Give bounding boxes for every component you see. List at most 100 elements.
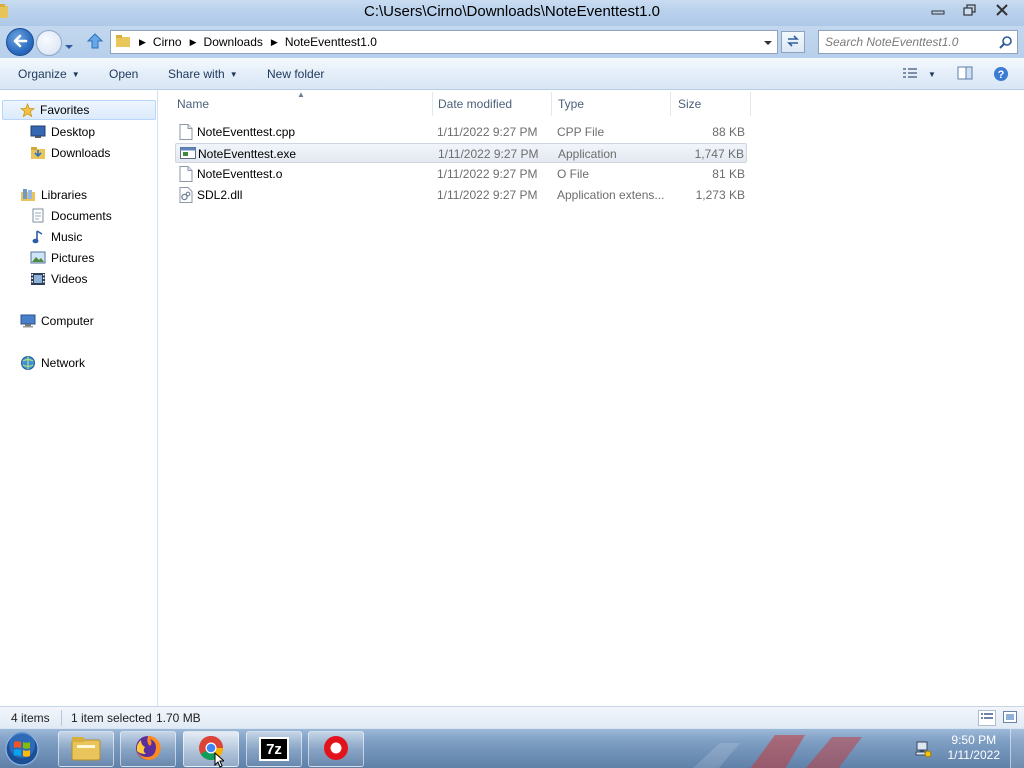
column-divider[interactable] bbox=[750, 92, 751, 116]
file-size: 1,273 KB bbox=[695, 188, 745, 202]
nav-music[interactable]: Music bbox=[30, 228, 82, 246]
file-row[interactable]: NoteEventtest.o 1/11/2022 9:27 PM O File… bbox=[175, 164, 747, 184]
file-row[interactable]: SDL2.dll 1/11/2022 9:27 PM Application e… bbox=[175, 185, 747, 205]
address-row: ▶ Cirno ▶ Downloads ▶ NoteEventtest1.0 bbox=[0, 26, 1024, 58]
desktop-icon bbox=[30, 124, 46, 140]
nav-videos[interactable]: Videos bbox=[30, 270, 87, 288]
chevron-down-icon: ▼ bbox=[71, 69, 80, 79]
show-desktop-button[interactable] bbox=[1010, 729, 1024, 768]
address-bar[interactable]: ▶ Cirno ▶ Downloads ▶ NoteEventtest1.0 bbox=[110, 30, 778, 54]
chevron-down-icon[interactable]: ▼ bbox=[928, 70, 936, 79]
file-type: CPP File bbox=[557, 125, 605, 139]
file-row-selected[interactable]: NoteEventtest.exe 1/11/2022 9:27 PM Appl… bbox=[175, 143, 747, 163]
file-row[interactable]: NoteEventtest.cpp 1/11/2022 9:27 PM CPP … bbox=[175, 122, 747, 142]
column-header-name[interactable]: Name bbox=[177, 97, 209, 111]
status-divider bbox=[61, 710, 62, 726]
documents-icon bbox=[30, 208, 46, 224]
nav-desktop-label: Desktop bbox=[51, 125, 96, 139]
taskbar-chrome[interactable] bbox=[183, 731, 239, 768]
details-view-button[interactable] bbox=[978, 710, 996, 726]
column-header-date[interactable]: Date modified bbox=[438, 97, 512, 111]
nav-favorites[interactable]: Favorites bbox=[2, 100, 156, 120]
up-folder-icon[interactable] bbox=[86, 32, 104, 53]
nav-network[interactable]: Network bbox=[20, 354, 85, 372]
search-input[interactable] bbox=[819, 35, 995, 49]
file-date: 1/11/2022 9:27 PM bbox=[437, 125, 538, 139]
svg-text:?: ? bbox=[998, 69, 1005, 81]
selection-size: 1.70 MB bbox=[156, 711, 201, 725]
clock-date: 1/11/2022 bbox=[947, 748, 1001, 762]
nav-documents[interactable]: Documents bbox=[30, 207, 112, 225]
nav-downloads-label: Downloads bbox=[51, 146, 111, 160]
breadcrumb-current[interactable]: NoteEventtest1.0 bbox=[285, 35, 377, 49]
back-arrow-icon bbox=[12, 34, 28, 51]
nav-pictures-label: Pictures bbox=[51, 251, 95, 265]
file-type: Application extens... bbox=[557, 188, 665, 202]
details-view-icon bbox=[902, 66, 918, 83]
nav-pictures[interactable]: Pictures bbox=[30, 249, 94, 267]
column-header-size[interactable]: Size bbox=[678, 97, 701, 111]
nav-libraries[interactable]: Libraries bbox=[20, 186, 87, 204]
taskbar-recorder[interactable] bbox=[308, 731, 364, 767]
history-dropdown-icon[interactable] bbox=[64, 39, 74, 53]
file-size: 1,747 KB bbox=[694, 147, 744, 161]
new-folder-button[interactable]: New folder bbox=[267, 67, 324, 81]
network-icon bbox=[20, 355, 36, 371]
forward-button[interactable] bbox=[36, 30, 62, 56]
open-button[interactable]: Open bbox=[109, 67, 138, 81]
taskbar-7zip[interactable]: 7z bbox=[246, 731, 302, 767]
videos-icon bbox=[30, 271, 46, 287]
large-icons-view-button[interactable] bbox=[1001, 710, 1019, 726]
taskbar-firefox[interactable] bbox=[120, 731, 176, 767]
column-header-type[interactable]: Type bbox=[558, 97, 584, 111]
minimize-button[interactable] bbox=[922, 0, 954, 20]
status-bar: 4 items 1 item selected 1.70 MB bbox=[0, 706, 1024, 728]
mouse-cursor-icon bbox=[214, 751, 226, 768]
file-type: O File bbox=[557, 167, 590, 181]
nav-downloads[interactable]: Downloads bbox=[30, 144, 110, 162]
file-date: 1/11/2022 9:27 PM bbox=[437, 188, 538, 202]
file-date: 1/11/2022 9:27 PM bbox=[438, 147, 539, 161]
nav-desktop[interactable]: Desktop bbox=[30, 123, 95, 141]
column-divider[interactable] bbox=[432, 92, 433, 116]
large-icons-view-icon bbox=[1003, 710, 1017, 726]
share-with-label: Share with bbox=[168, 67, 225, 81]
nav-favorites-label: Favorites bbox=[40, 103, 90, 117]
chevron-right-icon[interactable]: ▶ bbox=[139, 37, 146, 48]
address-dropdown-button[interactable] bbox=[759, 31, 777, 53]
share-with-button[interactable]: Share with ▼ bbox=[168, 67, 238, 81]
breadcrumb-downloads[interactable]: Downloads bbox=[204, 35, 263, 49]
command-bar: Organize ▼ Open Share with ▼ New folder … bbox=[0, 58, 1024, 90]
organize-button[interactable]: Organize ▼ bbox=[18, 67, 80, 81]
restore-button[interactable] bbox=[954, 0, 986, 20]
chevron-right-icon[interactable]: ▶ bbox=[271, 37, 278, 48]
organize-label: Organize bbox=[18, 67, 67, 81]
start-button[interactable] bbox=[2, 730, 42, 768]
help-button[interactable]: ? bbox=[993, 66, 1009, 85]
column-divider[interactable] bbox=[551, 92, 552, 116]
close-button[interactable] bbox=[986, 0, 1018, 20]
clock[interactable]: 9:50 PM 1/11/2022 bbox=[948, 733, 1001, 763]
network-tray-icon[interactable] bbox=[914, 740, 932, 761]
windows-explorer-icon bbox=[69, 734, 103, 765]
computer-icon bbox=[20, 313, 36, 329]
nav-documents-label: Documents bbox=[51, 209, 112, 223]
search-box[interactable] bbox=[818, 30, 1018, 54]
file-name: NoteEventtest.exe bbox=[198, 147, 297, 161]
column-divider[interactable] bbox=[670, 92, 671, 116]
7zip-icon: 7z bbox=[259, 737, 289, 761]
search-icon[interactable] bbox=[995, 35, 1017, 49]
nav-computer[interactable]: Computer bbox=[20, 312, 94, 330]
chevron-right-icon[interactable]: ▶ bbox=[190, 37, 197, 48]
taskbar: 7z 9:50 PM 1/11/2022 bbox=[0, 728, 1024, 768]
file-size: 81 KB bbox=[712, 167, 745, 181]
file-name: SDL2.dll bbox=[197, 188, 243, 202]
nav-computer-label: Computer bbox=[41, 314, 94, 328]
preview-pane-button[interactable] bbox=[957, 66, 973, 83]
new-folder-label: New folder bbox=[267, 67, 325, 81]
taskbar-explorer[interactable] bbox=[58, 731, 114, 767]
back-button[interactable] bbox=[6, 28, 34, 56]
refresh-button[interactable] bbox=[781, 31, 805, 53]
breadcrumb-cirno[interactable]: Cirno bbox=[153, 35, 182, 49]
change-view-button[interactable]: ▼ bbox=[902, 66, 936, 83]
